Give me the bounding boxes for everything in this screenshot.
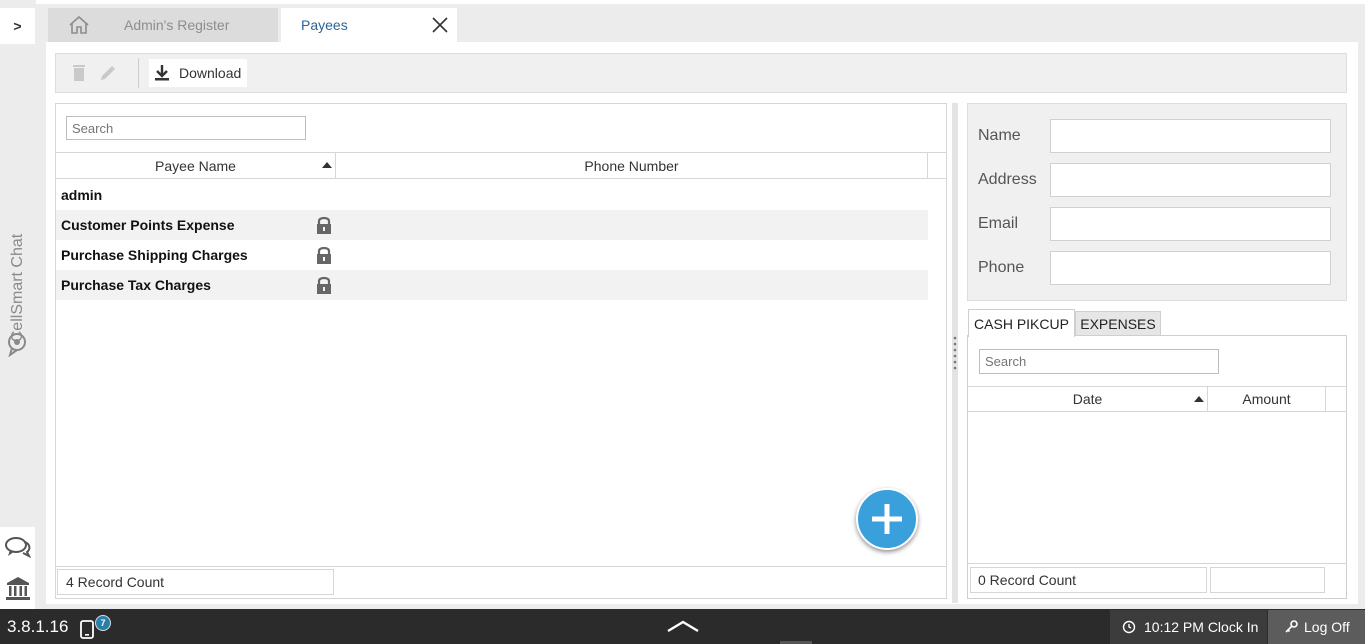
payee-table-header: Payee Name Phone Number bbox=[56, 152, 946, 179]
download-label: Download bbox=[179, 65, 242, 81]
email-label: Email bbox=[978, 215, 1019, 232]
email-field[interactable] bbox=[1050, 207, 1331, 241]
notification-badge: 7 bbox=[95, 615, 111, 631]
column-label: Payee Name bbox=[155, 157, 236, 174]
footer-total-cell bbox=[1210, 567, 1325, 593]
transactions-table-header: Date Amount bbox=[968, 386, 1346, 412]
column-header-payee-name[interactable]: Payee Name bbox=[56, 153, 336, 178]
name-label: Name bbox=[978, 127, 1021, 144]
clock-in-button[interactable]: 10:12 PM Clock In bbox=[1110, 610, 1267, 644]
trash-icon bbox=[73, 65, 85, 81]
chat-logo-icon bbox=[8, 333, 26, 357]
table-row[interactable]: Purchase Tax Charges bbox=[56, 270, 928, 300]
edit-button[interactable] bbox=[95, 60, 121, 86]
chat-label: CellSmart Chat bbox=[9, 233, 26, 342]
add-payee-button[interactable] bbox=[856, 488, 918, 550]
record-count-label: 0 Record Count bbox=[978, 572, 1077, 588]
payee-name: Purchase Shipping Charges bbox=[61, 247, 248, 263]
drag-handle-icon[interactable] bbox=[953, 335, 957, 375]
version-label: 3.8.1.16 bbox=[7, 617, 69, 636]
transactions-panel bbox=[967, 335, 1347, 599]
name-field[interactable] bbox=[1050, 119, 1331, 153]
tab-label: Admin's Register bbox=[124, 17, 230, 33]
sort-ascending-icon bbox=[1194, 396, 1204, 402]
payee-name: admin bbox=[61, 187, 103, 203]
log-off-button[interactable]: Log Off bbox=[1268, 610, 1365, 644]
table-row[interactable]: admin bbox=[56, 180, 928, 210]
lock-icon bbox=[317, 216, 331, 234]
lock-icon bbox=[317, 246, 331, 264]
tab-cash-pikcup[interactable]: CASH PIKCUP bbox=[968, 309, 1075, 337]
address-label: Address bbox=[978, 171, 1037, 188]
chevron-up-icon[interactable] bbox=[666, 619, 700, 633]
plus-icon bbox=[872, 504, 902, 534]
table-row[interactable]: Purchase Shipping Charges bbox=[56, 240, 928, 270]
tab-payees[interactable]: Payees bbox=[281, 8, 457, 42]
clock-in-label: 10:12 PM Clock In bbox=[1144, 619, 1259, 635]
phone-field[interactable] bbox=[1050, 251, 1331, 285]
bank-icon[interactable] bbox=[4, 574, 32, 602]
download-button[interactable]: Download bbox=[149, 59, 247, 87]
pencil-icon bbox=[101, 66, 115, 80]
lock-icon bbox=[317, 276, 331, 294]
tab-home[interactable] bbox=[48, 8, 110, 42]
column-header-phone-number[interactable]: Phone Number bbox=[336, 153, 928, 178]
phone-label: Phone bbox=[978, 259, 1025, 276]
chat-bubbles-icon[interactable] bbox=[4, 534, 32, 560]
download-icon bbox=[155, 65, 169, 81]
column-header-date[interactable]: Date bbox=[968, 387, 1208, 411]
tab-label: CASH PIKCUP bbox=[974, 315, 1069, 332]
close-icon[interactable] bbox=[431, 16, 449, 34]
table-row[interactable]: Customer Points Expense bbox=[56, 210, 928, 240]
record-count: 0 Record Count bbox=[970, 567, 1207, 593]
record-count-label: 4 Record Count bbox=[66, 574, 165, 590]
tab-admins-register[interactable]: Admin's Register bbox=[110, 8, 278, 42]
column-header-amount[interactable]: Amount bbox=[1208, 387, 1326, 411]
delete-button[interactable] bbox=[67, 60, 91, 86]
column-label: Amount bbox=[1242, 391, 1291, 407]
toolbar bbox=[55, 53, 1347, 93]
column-label: Date bbox=[1072, 391, 1103, 407]
payee-name: Customer Points Expense bbox=[61, 217, 235, 233]
home-icon bbox=[69, 15, 89, 34]
transactions-search-input[interactable] bbox=[979, 349, 1219, 374]
key-icon bbox=[1285, 620, 1298, 633]
payee-name: Purchase Tax Charges bbox=[61, 277, 211, 293]
tab-expenses[interactable]: EXPENSES bbox=[1075, 311, 1161, 336]
rail-toggle-button[interactable]: > bbox=[0, 8, 35, 44]
column-label: Phone Number bbox=[584, 157, 679, 174]
payee-search-input[interactable] bbox=[66, 116, 306, 140]
log-off-label: Log Off bbox=[1304, 619, 1350, 635]
tab-label: Payees bbox=[301, 17, 348, 33]
toolbar-divider bbox=[138, 58, 139, 88]
tab-label: EXPENSES bbox=[1080, 315, 1156, 332]
record-count: 4 Record Count bbox=[57, 569, 334, 595]
sort-ascending-icon bbox=[322, 162, 332, 168]
clock-icon bbox=[1122, 620, 1136, 634]
address-field[interactable] bbox=[1050, 163, 1331, 197]
